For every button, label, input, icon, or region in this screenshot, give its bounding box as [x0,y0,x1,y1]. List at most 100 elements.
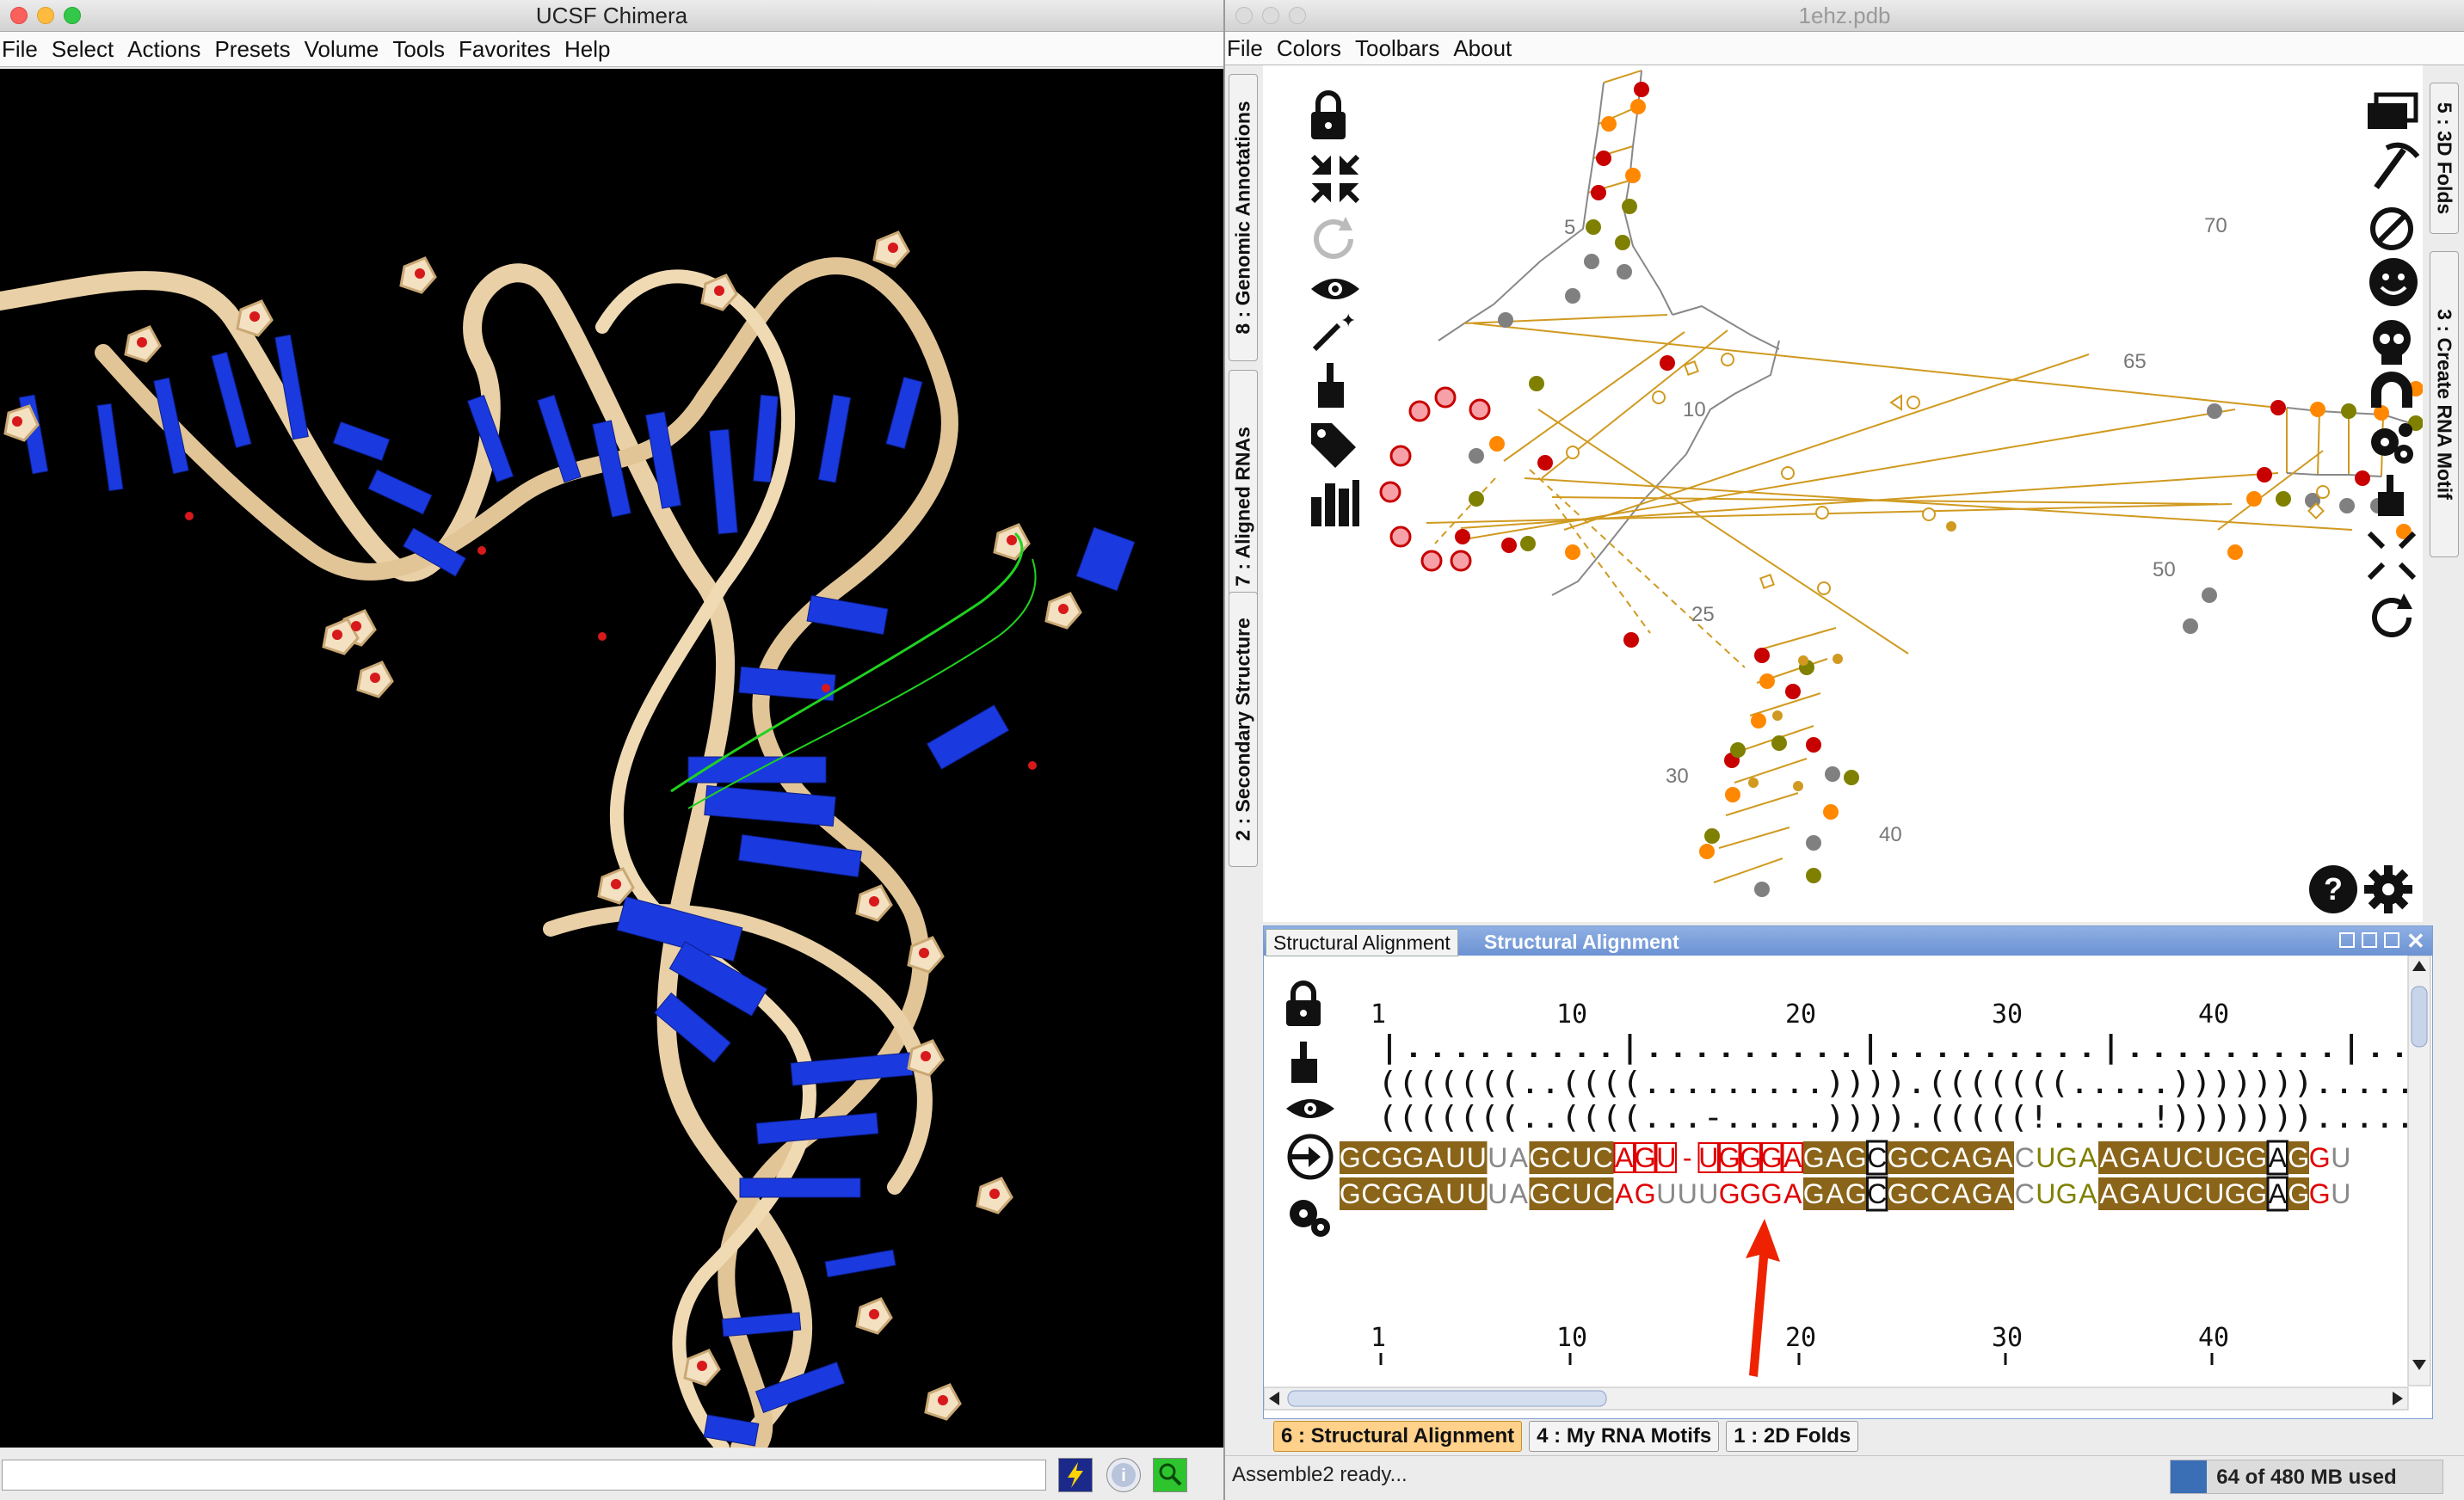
nucleotide[interactable]: A [1994,1178,2013,1209]
zoom-button[interactable] [64,7,81,24]
tab-create-rna-motif[interactable]: 3 : Create RNA Motif [2430,251,2459,557]
menu-actions[interactable]: Actions [127,36,214,63]
nucleotide[interactable]: U [1656,1178,1676,1209]
nucleotide[interactable]: G [1972,1178,1993,1209]
nucleotide[interactable]: G [2056,1178,2078,1209]
nucleotide[interactable]: U [2204,1178,2224,1209]
collapse-icon[interactable] [2367,531,2417,581]
menu-help[interactable]: Help [564,36,624,63]
nucleotide[interactable]: A [1615,1178,1634,1209]
nucleotide[interactable]: - [1683,1142,1692,1173]
nucleotide[interactable]: U [1572,1178,1592,1209]
nucleotide[interactable]: U [1698,1142,1718,1173]
nucleotide[interactable]: G [1719,1178,1740,1209]
nucleotide[interactable]: U [1656,1142,1676,1173]
nucleotide[interactable]: U [2162,1142,2182,1173]
eye-icon[interactable] [1311,279,1359,299]
nucleotide[interactable]: G [2225,1142,2246,1173]
nucleotide[interactable]: G [1382,1142,1403,1173]
import-icon[interactable] [1287,1134,1334,1180]
nucleotide[interactable]: A [2100,1178,2119,1209]
smiley-icon[interactable] [2369,258,2418,306]
brush-icon[interactable] [2378,475,2404,516]
nucleotide[interactable]: G [2119,1178,2141,1209]
brush-icon[interactable] [1291,1042,1317,1083]
menu-toolbars[interactable]: Toolbars [1355,35,1453,62]
nucleotide[interactable]: U [1445,1142,1465,1173]
nucleotide[interactable]: A [1952,1178,1971,1209]
menu-select[interactable]: Select [52,36,127,63]
close-button[interactable] [10,7,28,24]
nucleotide[interactable]: U [1488,1178,1507,1209]
nucleotide[interactable]: C [1593,1178,1613,1209]
brush-icon[interactable] [1318,363,1344,408]
menu-colors[interactable]: Colors [1277,35,1355,62]
menu-presets[interactable]: Presets [214,36,304,63]
command-line-input[interactable] [2,1460,1046,1491]
nucleotide[interactable]: G [1972,1142,1993,1173]
nucleotide[interactable]: U [1698,1178,1718,1209]
nucleotide[interactable]: G [1719,1142,1740,1173]
nucleotide[interactable]: G [1382,1178,1403,1209]
magnifier-icon[interactable] [1153,1458,1187,1492]
nucleotide[interactable]: U [2204,1142,2224,1173]
magnet-icon[interactable] [2371,372,2412,408]
settings-gear-icon[interactable] [2364,865,2412,913]
lock-icon[interactable] [1311,90,1346,139]
panel-close-icon[interactable]: ✕ [2406,928,2425,955]
minimize-button[interactable] [37,7,54,24]
nucleotide[interactable]: A [1783,1178,1802,1209]
nucleotide[interactable]: G [1761,1178,1783,1209]
tab-my-rna-motifs[interactable]: 4 : My RNA Motifs [1529,1421,1720,1452]
lightning-icon[interactable] [1058,1458,1093,1492]
help-icon[interactable]: ? [2309,865,2357,913]
nucleotide[interactable]: G [1402,1178,1424,1209]
nucleotide[interactable]: U [2331,1142,2350,1173]
menu-favorites[interactable]: Favorites [459,36,564,63]
nucleotide[interactable]: G [2056,1142,2078,1173]
nucleotide[interactable]: A [2269,1178,2288,1209]
molecule-viewer[interactable] [0,69,1223,1448]
nucleotide[interactable]: C [1361,1178,1381,1209]
gears-icon[interactable] [1290,1200,1330,1237]
info-icon[interactable]: i [1106,1458,1141,1492]
minimize-button[interactable] [1262,7,1279,24]
nucleotide[interactable]: A [1826,1142,1845,1173]
nucleotide[interactable]: U [1445,1178,1465,1209]
tab-2d-folds[interactable]: 1 : 2D Folds [1726,1421,1859,1452]
nucleotide[interactable]: G [1888,1178,1909,1209]
nucleotide[interactable]: G [1740,1178,1761,1209]
nucleotide[interactable]: G [1740,1142,1761,1173]
skull-icon[interactable] [2373,320,2411,365]
nucleotide[interactable]: G [1845,1142,1867,1173]
nucleotide[interactable]: G [2225,1178,2246,1209]
nucleotide[interactable]: C [2015,1142,2035,1173]
nucleotide[interactable]: G [2245,1178,2267,1209]
eye-icon[interactable] [1286,1099,1334,1118]
close-button[interactable] [1235,7,1253,24]
nucleotide[interactable]: C [1931,1178,1950,1209]
nucleotide[interactable]: A [2142,1178,2161,1209]
nucleotide[interactable]: C [1551,1178,1571,1209]
tab-genomic-annotations[interactable]: 8 : Genomic Annotations [1229,74,1258,361]
horizontal-scrollbar[interactable] [1263,1386,2409,1411]
windows-icon[interactable] [2368,92,2418,129]
menu-file[interactable]: File [0,36,52,63]
menu-volume[interactable]: Volume [305,36,393,63]
nucleotide[interactable]: G [2245,1142,2267,1173]
nucleotide[interactable]: A [1952,1142,1971,1173]
nucleotide[interactable]: U [2162,1178,2182,1209]
nucleotide[interactable]: A [2079,1178,2097,1209]
nucleotide[interactable]: U [1572,1142,1592,1173]
nucleotide[interactable]: A [1615,1142,1634,1173]
nucleotide[interactable]: G [1529,1178,1550,1209]
nucleotide[interactable]: G [2119,1142,2141,1173]
nucleotide[interactable]: A [1826,1178,1845,1209]
nucleotide[interactable]: A [1426,1142,1445,1173]
nucleotide[interactable]: G [1402,1142,1424,1173]
alignment-tab[interactable]: Structural Alignment [1266,929,1458,956]
nucleotide[interactable]: C [1909,1178,1929,1209]
nucleotide[interactable]: A [2269,1142,2288,1173]
nucleotide[interactable]: G [1761,1142,1783,1173]
nucleotide[interactable]: G [2288,1142,2309,1173]
